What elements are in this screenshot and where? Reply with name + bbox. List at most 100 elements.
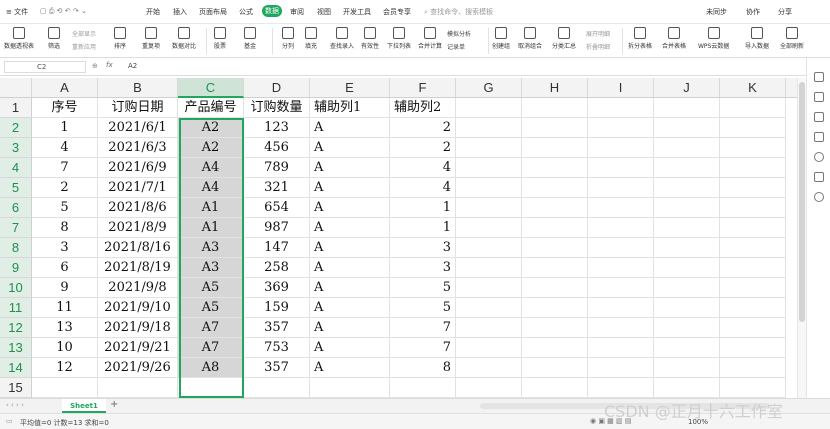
empty-cell[interactable] — [588, 98, 654, 118]
empty-cell[interactable] — [456, 98, 522, 118]
column-header[interactable]: H — [522, 78, 588, 98]
empty-cell[interactable] — [654, 198, 720, 218]
cell-helper-col-2[interactable]: 3 — [390, 258, 456, 278]
empty-cell[interactable] — [32, 378, 98, 398]
cell-product-code[interactable]: A2 — [178, 118, 244, 138]
select-icon[interactable] — [814, 92, 824, 102]
help-icon[interactable] — [814, 152, 824, 162]
empty-cell[interactable] — [588, 298, 654, 318]
cell-order-date[interactable]: 2021/9/26 — [98, 358, 178, 378]
row-header[interactable]: 11 — [0, 298, 32, 318]
row-header[interactable]: 1 — [0, 98, 32, 118]
cell-product-code[interactable]: A7 — [178, 338, 244, 358]
cell-helper-col-2[interactable]: 5 — [390, 278, 456, 298]
empty-cell[interactable] — [720, 278, 786, 298]
refresh-all-button[interactable]: 全部刷新 — [780, 27, 804, 50]
import-data-button[interactable]: 导入数据 — [745, 27, 769, 50]
row-header[interactable]: 10 — [0, 278, 32, 298]
cell-helper-col-2[interactable]: 2 — [390, 118, 456, 138]
empty-cell[interactable] — [588, 258, 654, 278]
cell-order-date[interactable]: 2021/8/9 — [98, 218, 178, 238]
empty-cell[interactable] — [178, 378, 244, 398]
empty-cell[interactable] — [456, 358, 522, 378]
cell-order-date[interactable]: 2021/6/1 — [98, 118, 178, 138]
row-header[interactable]: 13 — [0, 338, 32, 358]
empty-cell[interactable] — [522, 358, 588, 378]
cell-seq[interactable]: 10 — [32, 338, 98, 358]
cell-order-qty[interactable]: 654 — [244, 198, 310, 218]
empty-cell[interactable] — [720, 158, 786, 178]
row-header[interactable]: 7 — [0, 218, 32, 238]
empty-cell[interactable] — [720, 218, 786, 238]
validation-button[interactable]: 有效性 — [361, 27, 379, 50]
cell-order-date[interactable]: 2021/6/3 — [98, 138, 178, 158]
empty-cell[interactable] — [720, 298, 786, 318]
cell-order-date[interactable]: 2021/8/6 — [98, 198, 178, 218]
empty-cell[interactable] — [522, 258, 588, 278]
header-cell-order-qty[interactable]: 订购数量 — [244, 98, 310, 118]
macro-icon[interactable]: ▭ — [6, 417, 13, 425]
cell-seq[interactable]: 5 — [32, 198, 98, 218]
record-form-button[interactable]: 记录单 — [447, 42, 465, 51]
cell-helper-col-2[interactable]: 8 — [390, 358, 456, 378]
what-if-button[interactable]: 模拟分析 — [447, 29, 471, 38]
formula-input[interactable]: A2 — [128, 62, 137, 70]
empty-cell[interactable] — [522, 198, 588, 218]
collaborate-button[interactable]: 协作 — [746, 7, 760, 17]
column-header[interactable]: D — [244, 78, 310, 98]
tab-data[interactable]: 数据 — [262, 5, 282, 17]
empty-cell[interactable] — [654, 258, 720, 278]
row-header[interactable]: 6 — [0, 198, 32, 218]
quick-access-toolbar[interactable]: ▢ ⎙ ⟲ ↶ ↷ ⌄ — [40, 7, 87, 16]
cell-order-qty[interactable]: 258 — [244, 258, 310, 278]
create-group-button[interactable]: 创建组 — [492, 27, 510, 50]
fx-icon[interactable]: fx — [106, 61, 113, 69]
column-header[interactable]: G — [456, 78, 522, 98]
fund-button[interactable]: 基金 — [244, 27, 256, 50]
header-cell-product-code[interactable]: 产品编号 — [178, 98, 244, 118]
backup-icon[interactable] — [814, 172, 824, 182]
duplicates-button[interactable]: 重复项 — [142, 27, 160, 50]
empty-cell[interactable] — [522, 238, 588, 258]
empty-cell[interactable] — [456, 378, 522, 398]
sheet-tab[interactable]: Sheet1 — [62, 399, 106, 413]
column-header[interactable]: E — [310, 78, 390, 98]
cell-helper-col-2[interactable]: 4 — [390, 178, 456, 198]
empty-cell[interactable] — [720, 338, 786, 358]
cell-order-qty[interactable]: 369 — [244, 278, 310, 298]
empty-cell[interactable] — [456, 138, 522, 158]
cell-seq[interactable]: 1 — [32, 118, 98, 138]
empty-cell[interactable] — [588, 238, 654, 258]
empty-cell[interactable] — [720, 318, 786, 338]
empty-cell[interactable] — [522, 98, 588, 118]
empty-cell[interactable] — [456, 278, 522, 298]
filter-panel-icon[interactable] — [814, 132, 824, 142]
empty-cell[interactable] — [588, 198, 654, 218]
cell-helper-col-1[interactable]: A — [310, 318, 390, 338]
empty-cell[interactable] — [588, 338, 654, 358]
cell-helper-col-1[interactable]: A — [310, 298, 390, 318]
empty-cell[interactable] — [654, 298, 720, 318]
cell-order-qty[interactable]: 159 — [244, 298, 310, 318]
empty-cell[interactable] — [522, 318, 588, 338]
empty-cell[interactable] — [456, 258, 522, 278]
header-cell-helper-col-1[interactable]: 辅助列1 — [310, 98, 390, 118]
cell-helper-col-1[interactable]: A — [310, 278, 390, 298]
cell-helper-col-1[interactable]: A — [310, 358, 390, 378]
empty-cell[interactable] — [720, 178, 786, 198]
empty-cell[interactable] — [522, 298, 588, 318]
column-header[interactable]: F — [390, 78, 456, 98]
empty-cell[interactable] — [654, 318, 720, 338]
ungroup-button[interactable]: 取消组合 — [518, 27, 542, 50]
row-header[interactable]: 4 — [0, 158, 32, 178]
empty-cell[interactable] — [522, 138, 588, 158]
row-header[interactable]: 12 — [0, 318, 32, 338]
empty-cell[interactable] — [654, 158, 720, 178]
cell-product-code[interactable]: A5 — [178, 278, 244, 298]
data-compare-button[interactable]: 数据对比 — [172, 27, 196, 50]
empty-cell[interactable] — [588, 178, 654, 198]
empty-cell[interactable] — [522, 158, 588, 178]
cell-seq[interactable]: 11 — [32, 298, 98, 318]
name-box[interactable]: C2 — [4, 61, 86, 73]
column-header[interactable]: I — [588, 78, 654, 98]
